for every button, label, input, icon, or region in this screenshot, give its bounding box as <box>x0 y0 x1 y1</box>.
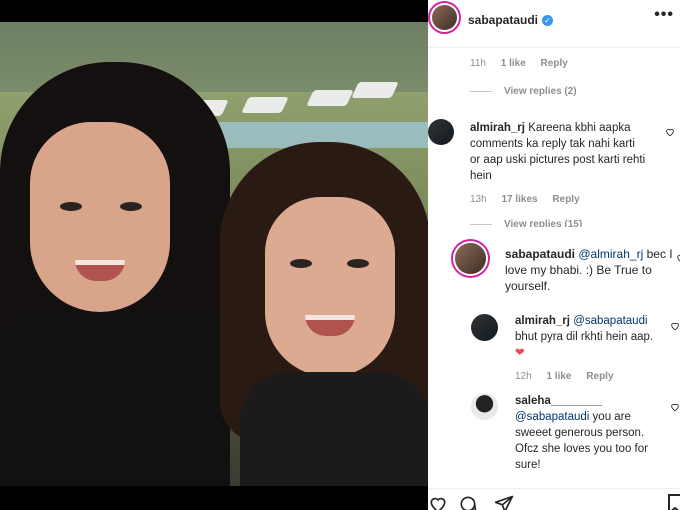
verified-icon: ✓ <box>542 15 554 27</box>
comment-mention[interactable]: @sabapataudi <box>573 315 647 327</box>
comment-icon[interactable] <box>458 494 478 510</box>
post-photo <box>0 22 428 486</box>
photo-chair <box>306 90 354 106</box>
view-replies-button[interactable]: View replies (15) <box>470 219 582 227</box>
save-bookmark-icon[interactable] <box>668 494 680 510</box>
red-heart-emoji-icon: ❤ <box>515 347 525 359</box>
author-avatar[interactable] <box>432 5 457 30</box>
photo-chair <box>351 82 399 98</box>
share-icon[interactable] <box>494 494 514 510</box>
reply-button[interactable]: Reply <box>586 371 613 382</box>
action-bar <box>428 488 680 510</box>
comment-time: 11h <box>470 58 486 69</box>
comment-username[interactable]: almirah_rj <box>515 315 570 327</box>
comment-username[interactable]: saleha________ <box>515 395 602 407</box>
commenter-avatar[interactable] <box>471 314 498 341</box>
person-left <box>0 62 230 486</box>
commenter-avatar[interactable] <box>471 393 498 420</box>
comment-likes[interactable]: 1 like <box>546 371 571 382</box>
like-heart-icon[interactable] <box>670 320 680 331</box>
comment-username[interactable]: sabapataudi <box>505 247 575 261</box>
comment-time: 13h <box>470 194 487 205</box>
comment-username[interactable]: almirah_rj <box>470 122 525 134</box>
view-replies-button[interactable]: View replies (2) <box>470 86 577 97</box>
comment-meta: 12h 1 like Reply <box>515 371 614 382</box>
author-username[interactable]: sabapataudi <box>468 13 538 27</box>
comment-body: saleha________ @sabapataudi you are swee… <box>515 393 665 473</box>
comment-meta: 13h 17 likes Reply <box>470 194 580 205</box>
more-icon[interactable]: ••• <box>654 6 674 24</box>
reply-button[interactable]: Reply <box>541 58 568 69</box>
photo-chair <box>241 97 289 113</box>
comment-body: almirah_rj @sabapataudi bhut pyra dil rk… <box>515 313 665 361</box>
post-header: sabapataudi ✓ ••• <box>428 0 680 48</box>
commenter-avatar[interactable] <box>428 119 454 145</box>
like-icon[interactable] <box>428 494 448 510</box>
comment-time: 12h <box>515 371 532 382</box>
comment-body: almirah_rj Kareena kbhi aapka comments k… <box>470 120 648 184</box>
like-heart-icon[interactable] <box>670 401 680 412</box>
comment-likes[interactable]: 17 likes <box>501 194 537 205</box>
comment-likes[interactable]: 1 like <box>501 58 526 69</box>
like-heart-icon[interactable] <box>665 126 675 137</box>
like-heart-icon[interactable] <box>676 252 680 262</box>
comment-meta: 11h 1 like Reply <box>470 58 568 69</box>
reply-button[interactable]: Reply <box>552 194 579 205</box>
comments-panel: sabapataudi ✓ ••• 11h 1 like Reply View r… <box>428 0 680 510</box>
commenter-avatar[interactable] <box>455 243 486 274</box>
comment-body: sabapataudi @almirah_rj bec I love my bh… <box>505 246 675 294</box>
comment-mention[interactable]: @sabapataudi <box>515 411 589 423</box>
comment-mention[interactable]: @almirah_rj <box>578 247 643 261</box>
person-right <box>210 142 428 486</box>
comment-text: bhut pyra dil rkhti hein aap. <box>515 331 654 343</box>
